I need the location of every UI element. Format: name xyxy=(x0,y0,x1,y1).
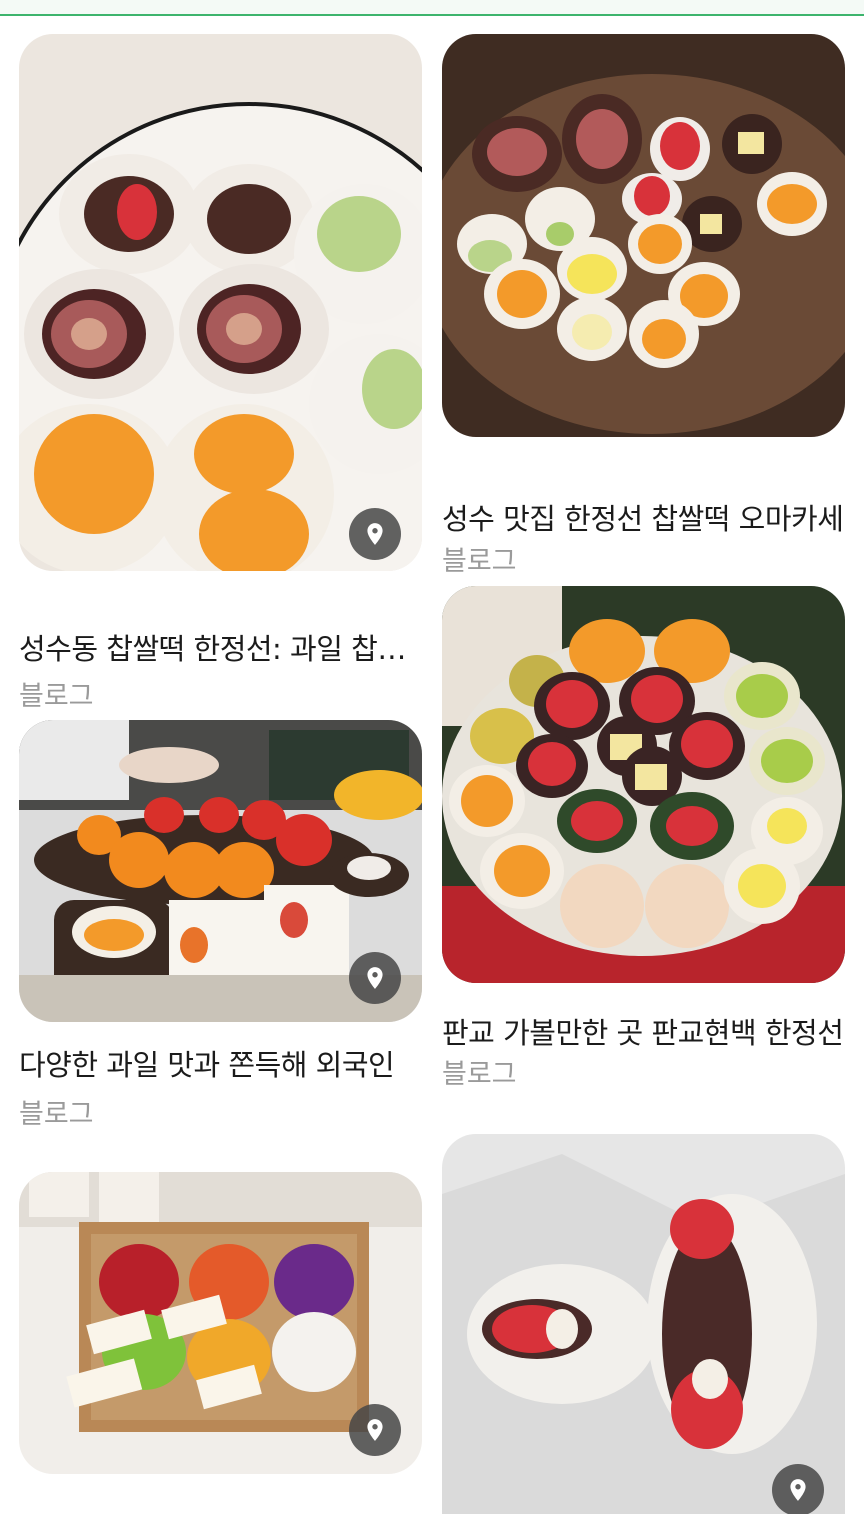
location-pin-button[interactable] xyxy=(349,952,401,1004)
result-card[interactable]: 성수동 찹쌀떡 한정선: 과일 찹쌀떡 블로그 xyxy=(19,34,424,712)
location-pin-icon xyxy=(367,1419,383,1441)
result-image[interactable] xyxy=(19,34,422,571)
location-pin-icon xyxy=(790,1479,806,1501)
result-card[interactable] xyxy=(442,1134,845,1514)
result-card[interactable]: 성수 맛집 한정선 찹쌀떡 오마카세 블로그 xyxy=(442,34,845,577)
result-image[interactable] xyxy=(19,1172,422,1474)
result-image[interactable] xyxy=(442,586,845,983)
location-pin-button[interactable] xyxy=(349,508,401,560)
result-card[interactable]: 다양한 과일 맛과 쫀득해 외국인 블로그 xyxy=(19,720,422,1130)
result-title[interactable]: 다양한 과일 맛과 쫀득해 외국인 xyxy=(19,1042,424,1084)
location-pin-icon xyxy=(367,523,383,545)
result-title[interactable]: 성수동 찹쌀떡 한정선: 과일 찹쌀떡 xyxy=(19,626,424,668)
result-source: 블로그 xyxy=(19,681,94,712)
result-card[interactable]: 판교 가볼만한 곳 판교현백 한정선 블로그 xyxy=(442,586,845,1090)
location-pin-button[interactable] xyxy=(349,1404,401,1456)
result-source: 블로그 xyxy=(19,1099,94,1130)
top-divider xyxy=(0,0,864,16)
result-image[interactable] xyxy=(442,34,845,437)
result-title[interactable]: 판교 가볼만한 곳 판교현백 한정선 xyxy=(442,1010,847,1052)
result-image[interactable] xyxy=(19,720,422,1022)
result-card[interactable] xyxy=(19,1172,422,1474)
result-source: 블로그 xyxy=(442,1059,517,1090)
result-image[interactable] xyxy=(442,1134,845,1514)
result-source: 블로그 xyxy=(442,546,517,577)
result-title[interactable]: 성수 맛집 한정선 찹쌀떡 오마카세 xyxy=(442,496,847,538)
location-pin-button[interactable] xyxy=(772,1464,824,1514)
location-pin-icon xyxy=(367,967,383,989)
